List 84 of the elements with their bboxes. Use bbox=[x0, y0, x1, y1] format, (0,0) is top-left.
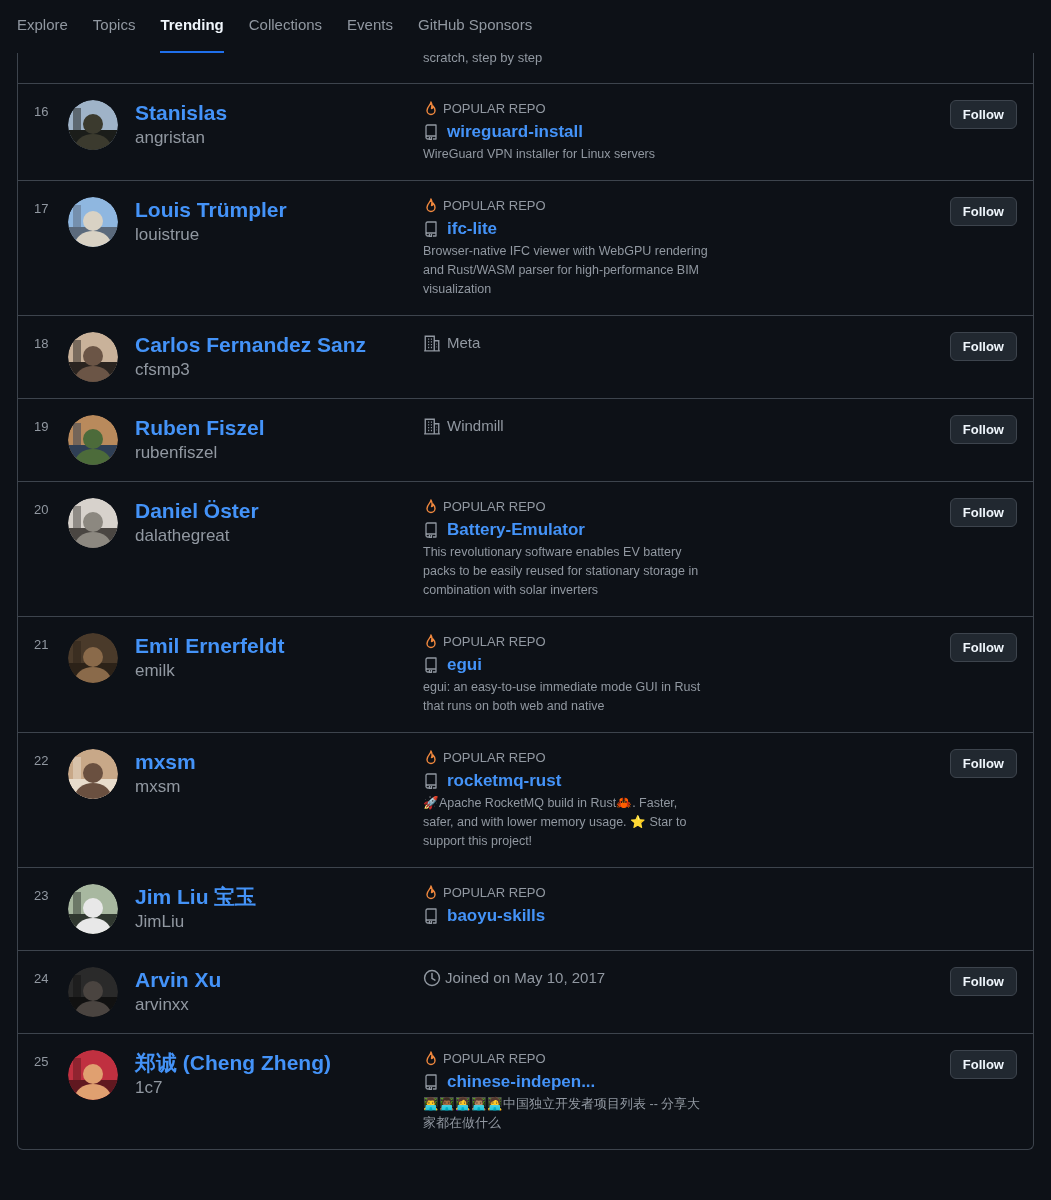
developer-name[interactable]: Daniel Öster bbox=[135, 498, 405, 524]
popular-repo-label: POPULAR REPO bbox=[443, 633, 546, 651]
developer-username[interactable]: 1c7 bbox=[135, 1076, 405, 1100]
popular-repo-label: POPULAR REPO bbox=[443, 749, 546, 767]
repo-icon bbox=[423, 773, 439, 789]
repo-link[interactable]: wireguard-install bbox=[447, 121, 584, 143]
nav-tab[interactable]: Events bbox=[347, 0, 393, 53]
rank-number: 18 bbox=[34, 335, 50, 353]
developer-username[interactable]: JimLiu bbox=[135, 910, 405, 934]
repo-icon bbox=[423, 522, 439, 538]
rank-number: 25 bbox=[34, 1053, 50, 1071]
rank-number: 23 bbox=[34, 887, 50, 905]
joined-date: Joined on May 10, 2017 bbox=[445, 968, 606, 988]
developer-username[interactable]: louistrue bbox=[135, 223, 405, 247]
repo-description: Browser-native IFC viewer with WebGPU rendering and Rust/WASM parser for high-performance BIM visualization bbox=[423, 243, 708, 298]
repo-icon bbox=[423, 657, 439, 673]
repo-icon bbox=[423, 1074, 439, 1090]
developer-name[interactable]: Jim Liu 宝玉 bbox=[135, 884, 405, 910]
nav-tab[interactable]: Explore bbox=[17, 0, 68, 53]
repo-link[interactable]: egui bbox=[447, 654, 482, 676]
rank-number: 24 bbox=[34, 970, 50, 988]
flame-icon bbox=[423, 634, 439, 650]
repo-link[interactable]: baoyu-skills bbox=[447, 905, 546, 927]
developer-name[interactable]: Carlos Fernandez Sanz bbox=[135, 332, 405, 358]
developer-username[interactable]: emilk bbox=[135, 659, 405, 683]
developer-name[interactable]: Louis Trümpler bbox=[135, 197, 405, 223]
repo-link[interactable]: rocketmq-rust bbox=[447, 770, 562, 792]
popular-repo-label: POPULAR REPO bbox=[443, 884, 546, 902]
flame-icon bbox=[423, 1051, 439, 1067]
rank-number: 19 bbox=[34, 418, 50, 436]
rank-number: 20 bbox=[34, 501, 50, 519]
repo-link[interactable]: Battery-Emulator bbox=[447, 519, 585, 541]
developer-name[interactable]: Ruben Fiszel bbox=[135, 415, 405, 441]
repo-description: 🚀Apache RocketMQ build in Rust🦀. Faster, safer, and with lower memory usage. ⭐ Star to support this project! bbox=[423, 795, 688, 850]
developer-username[interactable]: cfsmp3 bbox=[135, 358, 405, 382]
repo-link[interactable]: ifc-lite bbox=[447, 218, 498, 240]
repo-link[interactable]: chinese-indepen... bbox=[447, 1071, 596, 1093]
developer-username[interactable]: rubenfiszel bbox=[135, 441, 405, 465]
organization-name: Meta bbox=[447, 333, 481, 353]
developer-name[interactable]: Arvin Xu bbox=[135, 967, 405, 993]
follow-button[interactable]: Follow bbox=[949, 197, 1017, 226]
repo-description: This revolutionary software enables EV battery packs to be easily reused for stationary storage in combination with solar inverters bbox=[423, 544, 700, 599]
repo-description: egui: an easy-to-use immediate mode GUI in Rust that runs on both web and native bbox=[423, 679, 702, 715]
rank-number: 21 bbox=[34, 636, 50, 654]
rank-number: 16 bbox=[34, 103, 50, 121]
repo-description: WireGuard VPN installer for Linux servers bbox=[423, 146, 657, 163]
follow-button[interactable]: Follow bbox=[949, 415, 1017, 444]
follow-button[interactable]: Follow bbox=[949, 967, 1017, 996]
popular-repo-label: POPULAR REPO bbox=[443, 1050, 546, 1068]
nav-tab[interactable]: Trending bbox=[160, 0, 224, 53]
developer-username[interactable]: dalathegreat bbox=[135, 524, 405, 548]
developer-name[interactable]: Stanislas bbox=[135, 100, 405, 126]
developer-name[interactable]: Emil Ernerfeldt bbox=[135, 633, 405, 659]
developer-name[interactable]: mxsm bbox=[135, 749, 405, 775]
flame-icon bbox=[423, 750, 439, 766]
flame-icon bbox=[423, 198, 439, 214]
organization-name: Windmill bbox=[447, 416, 504, 436]
developer-username[interactable]: arvinxx bbox=[135, 993, 405, 1017]
rank-number: 22 bbox=[34, 752, 50, 770]
nav-tab[interactable]: Topics bbox=[92, 0, 136, 53]
rank-number: 17 bbox=[34, 200, 50, 218]
follow-button[interactable]: Follow bbox=[949, 100, 1017, 129]
repo-description: 👨‍💻👨🏾‍💻👩‍💻👨🏽‍💻🧑‍💻中国独立开发者项目列表 -- 分享大家都在做什么 bbox=[423, 1095, 702, 1132]
building-icon bbox=[423, 334, 441, 353]
developer-username[interactable]: angristan bbox=[135, 126, 405, 150]
developer-username[interactable]: mxsm bbox=[135, 775, 405, 799]
popular-repo-label: POPULAR REPO bbox=[443, 498, 546, 516]
building-icon bbox=[423, 417, 441, 436]
flame-icon bbox=[423, 101, 439, 117]
follow-button[interactable]: Follow bbox=[949, 332, 1017, 361]
popular-repo-label: POPULAR REPO bbox=[443, 100, 546, 118]
clock-icon bbox=[423, 969, 441, 988]
nav-tab[interactable]: Collections bbox=[248, 0, 323, 53]
popular-repo-label: POPULAR REPO bbox=[443, 197, 546, 215]
follow-button[interactable]: Follow bbox=[949, 749, 1017, 778]
repo-icon bbox=[423, 908, 439, 924]
repo-icon bbox=[423, 124, 439, 140]
follow-button[interactable]: Follow bbox=[949, 633, 1017, 662]
flame-icon bbox=[423, 499, 439, 515]
follow-button[interactable]: Follow bbox=[949, 498, 1017, 527]
developer-name[interactable]: 郑诚 (Cheng Zheng) bbox=[135, 1050, 405, 1076]
follow-button[interactable]: Follow bbox=[949, 1050, 1017, 1079]
repo-icon bbox=[423, 221, 439, 237]
flame-icon bbox=[423, 885, 439, 901]
